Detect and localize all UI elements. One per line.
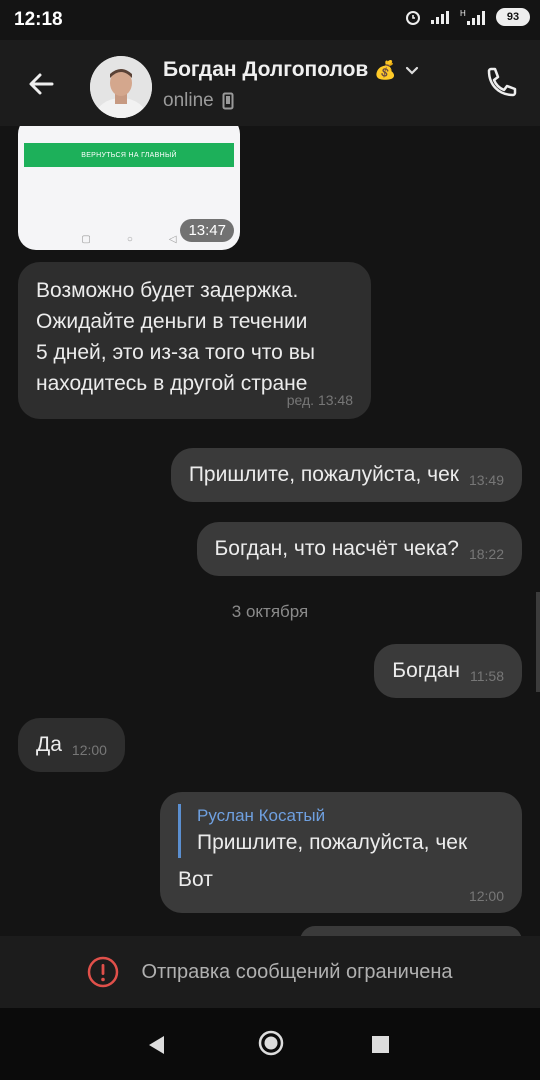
message-line: Ожидайте деньги в течении (36, 310, 308, 333)
back-arrow-icon[interactable] (22, 64, 62, 104)
reply-quote[interactable]: Руслан Косатый Пришлите, пожалуйста, чек (178, 804, 504, 858)
incoming-message[interactable]: Да 12:00 (18, 718, 125, 772)
message-text: Богдан, что насчёт чека? (214, 537, 459, 560)
clock: 12:18 (14, 9, 63, 30)
mobile-device-icon (222, 92, 234, 110)
date-separator: 3 октября (231, 602, 309, 621)
svg-text:H: H (460, 9, 466, 18)
scrollbar[interactable] (536, 592, 540, 692)
system-navbar (0, 1008, 540, 1080)
outgoing-message[interactable]: Пришлите, пожалуйста, чек 13:49 (170, 448, 522, 502)
money-bag-icon: 💰 (374, 59, 397, 80)
message-text: Богдан (392, 659, 460, 682)
image-message[interactable]: ВЕРНУТЬСЯ НА ГЛАВНЫЙ ▢ ○ ◁ 13:47 (18, 126, 240, 250)
circle-icon: ○ (126, 233, 133, 245)
restricted-text: Отправка сообщений ограничена (141, 960, 453, 983)
image-message-time: 13:47 (180, 219, 234, 242)
contact-name: Богдан Долгополов (163, 58, 369, 81)
restricted-banner: Отправка сообщений ограничена (0, 936, 540, 1008)
message-time: 18:22 (468, 546, 504, 562)
avatar[interactable] (90, 56, 152, 118)
message-line: Возможно будет задержка. (36, 279, 299, 302)
message-text: Пришлите, пожалуйста, чек (188, 463, 459, 486)
reply-text: Пришлите, пожалуйста, чек (197, 831, 468, 854)
status-bar: 12:18 H 93 (0, 0, 540, 40)
message-time: 12:00 (468, 888, 504, 904)
contact-status-row: online (163, 90, 234, 112)
signal-icon (431, 11, 449, 24)
message-time: 11:58 (470, 668, 504, 684)
outgoing-message[interactable]: Богдан 11:58 (374, 644, 522, 698)
triangle-icon: ◁ (168, 233, 177, 245)
battery-icon: 93 (496, 8, 530, 26)
nav-home-icon[interactable] (258, 1030, 284, 1056)
warning-icon (88, 956, 119, 988)
message-line: 5 дней, это из-за того что вы (36, 341, 315, 364)
phone-icon[interactable] (480, 64, 520, 104)
contact-name-row[interactable]: Богдан Долгополов 💰 (163, 58, 421, 82)
nav-back-icon[interactable] (146, 1034, 166, 1056)
contact-status: online (163, 90, 214, 111)
partial-message (300, 926, 522, 936)
alarm-icon (406, 11, 420, 25)
chat-header: Богдан Долгополов 💰 online (0, 40, 540, 126)
message-list[interactable]: ВЕРНУТЬСЯ НА ГЛАВНЫЙ ▢ ○ ◁ 13:47 Возможн… (0, 126, 540, 936)
outgoing-reply-message[interactable]: Руслан Косатый Пришлите, пожалуйста, чек… (160, 792, 522, 913)
message-time: 13:49 (468, 472, 504, 488)
outgoing-message[interactable]: Богдан, что насчёт чека? 18:22 (196, 522, 522, 576)
nav-recent-icon[interactable] (372, 1036, 389, 1053)
signal-h-icon: H (460, 9, 485, 25)
square-icon: ▢ (81, 233, 91, 245)
status-icons: H 93 (404, 8, 530, 26)
message-time: 12:00 (71, 742, 107, 758)
reply-author: Руслан Косатый (197, 806, 326, 825)
screenshot-button: ВЕРНУТЬСЯ НА ГЛАВНЫЙ (24, 143, 234, 167)
message-text: Да (36, 733, 62, 756)
chevron-down-icon[interactable] (403, 61, 421, 79)
incoming-message[interactable]: Возможно будет задержка. Ожидайте деньги… (18, 262, 371, 419)
